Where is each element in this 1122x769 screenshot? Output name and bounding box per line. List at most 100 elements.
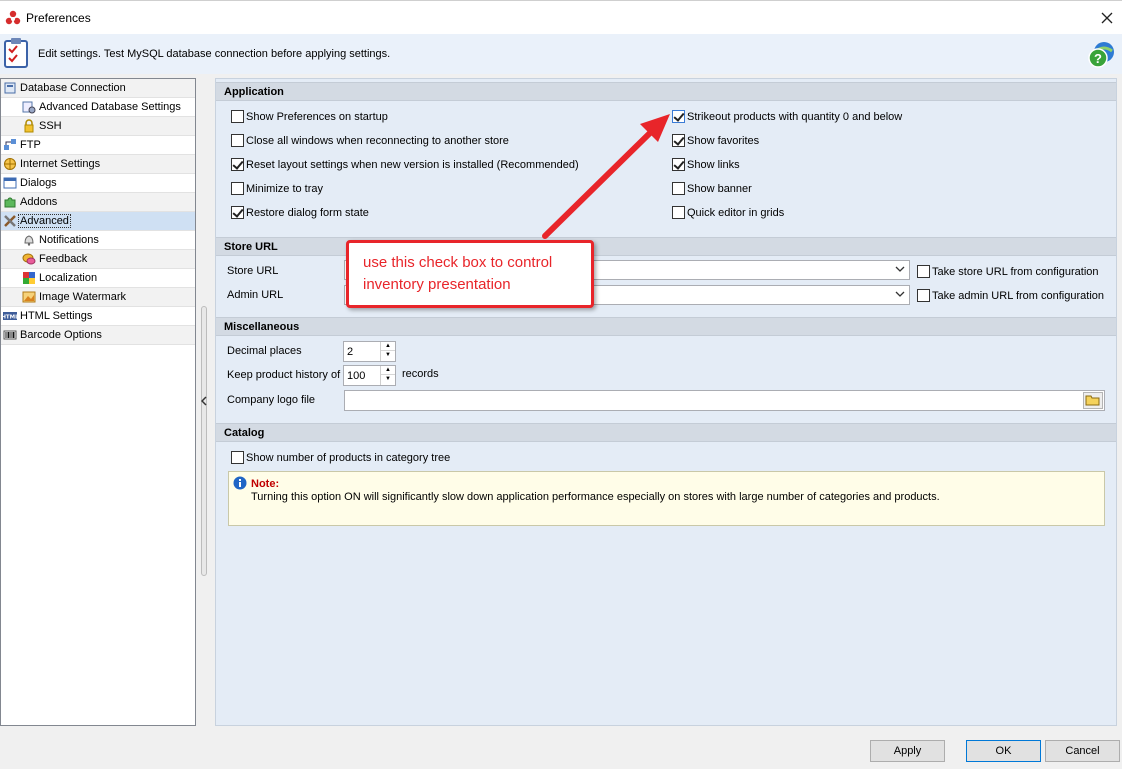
checkbox-reset-layout[interactable]: Reset layout settings when new version i… — [231, 158, 579, 171]
checkbox-close-windows-reconnect[interactable]: Close all windows when reconnecting to a… — [231, 134, 509, 147]
stepper-buttons: ▲ ▼ — [380, 366, 395, 385]
checkbox-box[interactable] — [672, 206, 685, 219]
records-unit-label: records — [402, 368, 439, 380]
decimal-places-value[interactable]: 2 — [347, 346, 353, 358]
tree-item-image-watermark[interactable]: Image Watermark — [1, 288, 195, 307]
barcode-icon — [3, 330, 17, 340]
help-icon[interactable]: ? — [1086, 39, 1118, 71]
stepper-down-icon[interactable]: ▼ — [381, 375, 395, 384]
info-bar: Edit settings. Test MySQL database conne… — [0, 34, 1122, 74]
checkbox-show-banner[interactable]: Show banner — [672, 182, 752, 195]
product-history-stepper[interactable]: 100 ▲ ▼ — [343, 365, 396, 386]
checkbox-show-product-count[interactable]: Show number of products in category tree — [231, 451, 450, 464]
tree-item-notifications[interactable]: Notifications — [1, 231, 195, 250]
checkbox-take-admin-url[interactable]: Take admin URL from configuration — [917, 289, 1104, 302]
checkbox-strikeout-products[interactable]: Strikeout products with quantity 0 and b… — [672, 110, 902, 123]
checkbox-box[interactable] — [231, 182, 244, 195]
annotation-callout: use this check box to control inventory … — [346, 240, 594, 308]
checkbox-box[interactable] — [231, 158, 244, 171]
collapse-left-icon[interactable] — [201, 396, 207, 406]
checkbox-show-preferences-startup[interactable]: Show Preferences on startup — [231, 110, 388, 123]
group-header-catalog: Catalog — [216, 423, 1116, 442]
checkbox-box[interactable] — [231, 134, 244, 147]
lock-icon — [24, 119, 34, 133]
checkbox-minimize-tray[interactable]: Minimize to tray — [231, 182, 323, 195]
network-icon — [4, 139, 16, 150]
browse-button[interactable] — [1083, 392, 1103, 409]
stepper-up-icon[interactable]: ▲ — [381, 366, 395, 375]
checkbox-box[interactable] — [231, 110, 244, 123]
stepper-buttons: ▲ ▼ — [380, 342, 395, 361]
title-bar: Preferences — [0, 0, 1122, 34]
checkbox-box[interactable] — [917, 289, 930, 302]
checkbox-take-store-url[interactable]: Take store URL from configuration — [917, 265, 1099, 278]
image-icon — [22, 291, 36, 303]
info-text: Edit settings. Test MySQL database conne… — [38, 48, 391, 60]
decimal-places-label: Decimal places — [227, 345, 302, 357]
note-panel: Note: Turning this option ON will signif… — [228, 471, 1105, 526]
tree-item-barcode-options[interactable]: Barcode Options — [1, 326, 195, 345]
splitter-grip[interactable] — [201, 306, 207, 576]
checkbox-box[interactable] — [231, 451, 244, 464]
checkbox-box[interactable] — [231, 206, 244, 219]
tree-item-advanced-database-settings[interactable]: Advanced Database Settings — [1, 98, 195, 117]
feedback-icon — [22, 253, 36, 265]
checkbox-restore-dialog-state[interactable]: Restore dialog form state — [231, 206, 369, 219]
folder-icon — [1085, 395, 1100, 406]
settings-tree: Database Connection Advanced Database Se… — [0, 78, 196, 726]
checkbox-box[interactable] — [672, 158, 685, 171]
tree-item-advanced[interactable]: Advanced — [1, 212, 195, 231]
database-settings-icon — [22, 101, 36, 114]
tree-item-html-settings[interactable]: HTML HTML Settings — [1, 307, 195, 326]
app-logo-icon — [5, 10, 21, 25]
group-header-miscellaneous: Miscellaneous — [216, 317, 1116, 336]
note-title: Note: — [251, 478, 280, 490]
group-header-application: Application — [216, 82, 1116, 101]
tree-item-internet-settings[interactable]: Internet Settings — [1, 155, 195, 174]
checklist-icon — [4, 38, 28, 68]
database-icon — [4, 82, 16, 94]
tools-icon — [4, 215, 16, 227]
apply-button[interactable]: Apply — [870, 740, 945, 762]
stepper-down-icon[interactable]: ▼ — [381, 351, 395, 360]
chevron-down-icon[interactable] — [895, 264, 905, 274]
product-history-value[interactable]: 100 — [347, 370, 365, 382]
company-logo-input[interactable] — [344, 390, 1105, 411]
tree-item-addons[interactable]: Addons — [1, 193, 195, 212]
window-title: Preferences — [26, 11, 91, 25]
panel-splitter[interactable] — [198, 78, 210, 726]
tree-item-ssh[interactable]: SSH — [1, 117, 195, 136]
checkbox-box[interactable] — [672, 110, 685, 123]
svg-text:?: ? — [1094, 51, 1102, 66]
stepper-up-icon[interactable]: ▲ — [381, 342, 395, 351]
svg-text:HTML: HTML — [3, 315, 17, 321]
checkbox-show-links[interactable]: Show links — [672, 158, 740, 171]
ok-button[interactable]: OK — [966, 740, 1041, 762]
tree-item-database-connection[interactable]: Database Connection — [1, 79, 195, 98]
tree-item-ftp[interactable]: FTP — [1, 136, 195, 155]
decimal-places-stepper[interactable]: 2 ▲ ▼ — [343, 341, 396, 362]
html-icon: HTML — [3, 312, 17, 321]
company-logo-label: Company logo file — [227, 394, 316, 406]
tree-item-feedback[interactable]: Feedback — [1, 250, 195, 269]
admin-url-label: Admin URL — [227, 289, 284, 301]
checkbox-box[interactable] — [672, 182, 685, 195]
tree-item-dialogs[interactable]: Dialogs — [1, 174, 195, 193]
info-icon — [233, 476, 247, 490]
tree-item-localization[interactable]: Localization — [1, 269, 195, 288]
cancel-button[interactable]: Cancel — [1045, 740, 1120, 762]
product-history-label: Keep product history of — [227, 369, 341, 381]
store-url-label: Store URL — [227, 265, 279, 277]
checkbox-show-favorites[interactable]: Show favorites — [672, 134, 759, 147]
note-text: Turning this option ON will significantl… — [251, 491, 940, 503]
flags-icon — [23, 272, 35, 284]
puzzle-icon — [4, 197, 16, 208]
checkbox-box[interactable] — [672, 134, 685, 147]
bell-icon — [24, 235, 34, 246]
globe-icon — [4, 158, 16, 170]
close-icon[interactable] — [1098, 9, 1116, 27]
chevron-down-icon[interactable] — [895, 289, 905, 299]
settings-panel: Application Show Preferences on startup … — [215, 78, 1117, 726]
checkbox-quick-editor-grids[interactable]: Quick editor in grids — [672, 206, 784, 219]
checkbox-box[interactable] — [917, 265, 930, 278]
